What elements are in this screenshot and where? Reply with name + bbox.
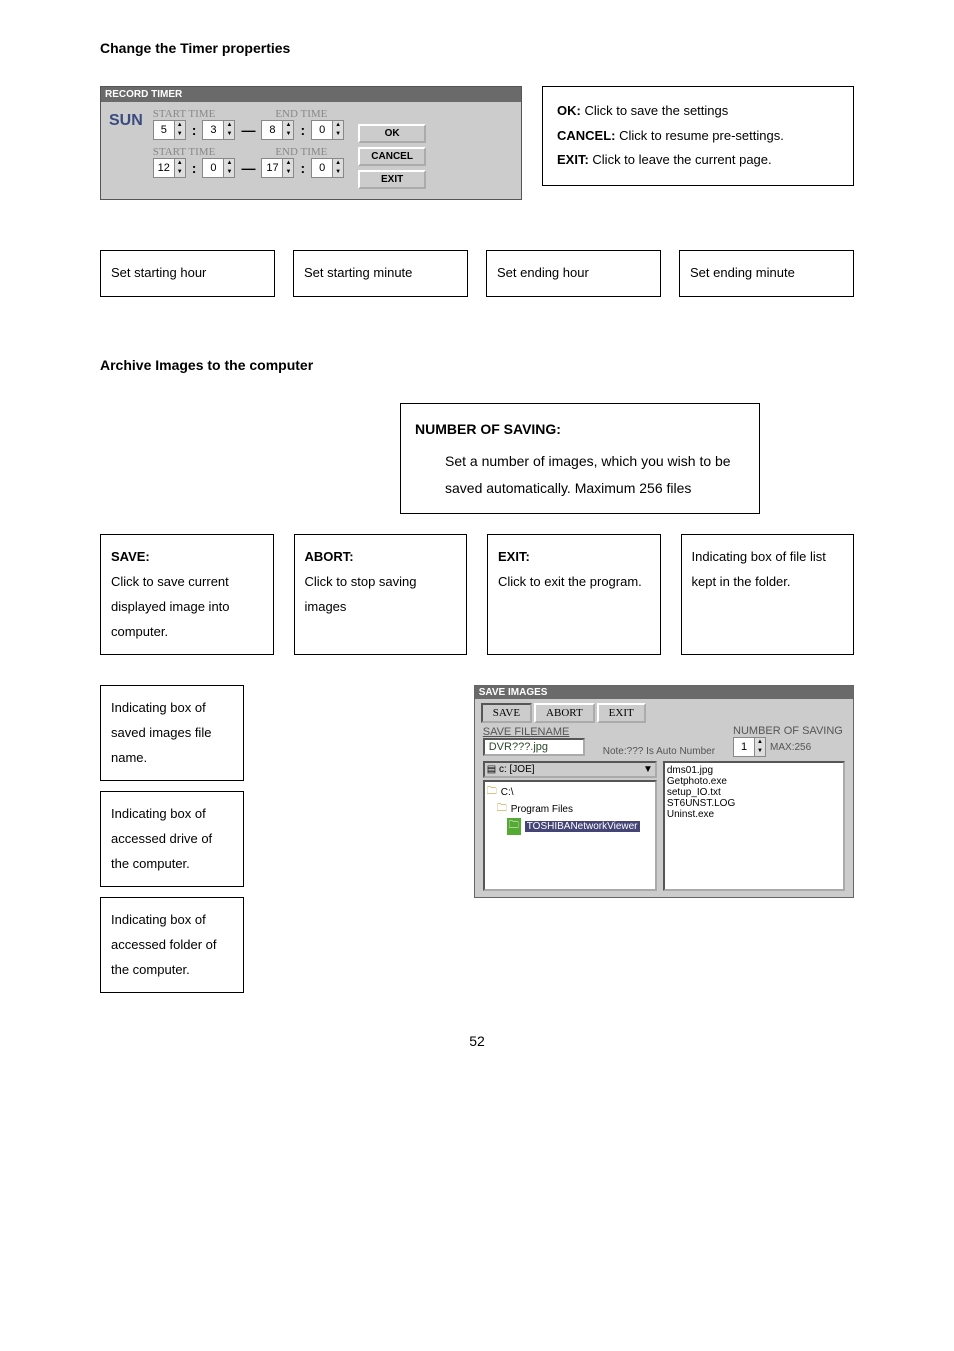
start-time-label-2: START TIME bbox=[153, 146, 216, 158]
start-min-1[interactable]: 3▲▼ bbox=[202, 120, 235, 140]
end-time-label: END TIME bbox=[275, 108, 327, 120]
section2-title: Archive Images to the computer bbox=[100, 357, 854, 373]
save-images-titlebar: SAVE IMAGES bbox=[475, 686, 853, 699]
abort-desc-box: ABORT: Click to stop saving images bbox=[294, 534, 468, 655]
cancel-button[interactable]: CANCEL bbox=[358, 147, 426, 166]
section1-title: Change the Timer properties bbox=[100, 40, 854, 56]
filename-desc-box: Indicating box of saved images file name… bbox=[100, 685, 244, 781]
start-time-label: START TIME bbox=[153, 108, 216, 120]
end-hour-1[interactable]: 8▲▼ bbox=[261, 120, 294, 140]
end-hour-2[interactable]: 17▲▼ bbox=[261, 158, 294, 178]
record-timer-titlebar: RECORD TIMER bbox=[101, 87, 521, 102]
record-timer-panel: RECORD TIMER SUN START TIME END TIME 5▲▼… bbox=[100, 86, 522, 200]
tab-exit[interactable]: EXIT bbox=[597, 703, 646, 723]
start-min-2[interactable]: 0▲▼ bbox=[202, 158, 235, 178]
save-images-panel: SAVE IMAGES SAVE ABORT EXIT SAVE FILENAM… bbox=[474, 685, 854, 898]
folder-pane[interactable]: 🗀C:\ 🗀Program Files 🗀TOSHIBANetworkViewe… bbox=[483, 780, 657, 891]
tab-abort[interactable]: ABORT bbox=[534, 703, 595, 723]
file-list-desc-box: Indicating box of file list kept in the … bbox=[681, 534, 855, 655]
callout-end-minute: Set ending minute bbox=[679, 250, 854, 297]
save-filename-input[interactable]: DVR???.jpg bbox=[483, 738, 585, 756]
save-desc-box: SAVE: Click to save current displayed im… bbox=[100, 534, 274, 655]
auto-number-note: Note:??? Is Auto Number bbox=[603, 746, 715, 757]
ok-button[interactable]: OK bbox=[358, 124, 426, 143]
max-label: MAX:256 bbox=[770, 742, 811, 753]
number-of-saving-label: NUMBER OF SAVING bbox=[733, 725, 843, 737]
tab-save[interactable]: SAVE bbox=[481, 703, 532, 723]
number-of-saving-spinner[interactable]: 1▲▼ bbox=[733, 737, 766, 757]
page-number: 52 bbox=[100, 1033, 854, 1049]
start-hour-2[interactable]: 12▲▼ bbox=[153, 158, 186, 178]
number-of-saving-box: NUMBER OF SAVING: Set a number of images… bbox=[400, 403, 760, 515]
drive-desc-box: Indicating box of accessed drive of the … bbox=[100, 791, 244, 887]
callout-start-hour: Set starting hour bbox=[100, 250, 275, 297]
end-time-label-2: END TIME bbox=[275, 146, 327, 158]
folder-desc-box: Indicating box of accessed folder of the… bbox=[100, 897, 244, 993]
callout-start-minute: Set starting minute bbox=[293, 250, 468, 297]
drive-dropdown[interactable]: ▤ c: [JOE]▼ bbox=[483, 761, 657, 778]
end-min-2[interactable]: 0▲▼ bbox=[311, 158, 344, 178]
save-filename-label: SAVE FILENAME bbox=[483, 726, 585, 738]
end-min-1[interactable]: 0▲▼ bbox=[311, 120, 344, 140]
file-list-pane[interactable]: dms01.jpg Getphoto.exe setup_IO.txt ST6U… bbox=[663, 761, 845, 891]
exit-desc-box: EXIT: Click to exit the program. bbox=[487, 534, 661, 655]
ok-cancel-exit-desc-box: OK: Click to save the settings CANCEL: C… bbox=[542, 86, 854, 186]
start-hour-1[interactable]: 5▲▼ bbox=[153, 120, 186, 140]
callout-end-hour: Set ending hour bbox=[486, 250, 661, 297]
day-label: SUN bbox=[109, 112, 143, 189]
exit-button[interactable]: EXIT bbox=[358, 170, 426, 189]
